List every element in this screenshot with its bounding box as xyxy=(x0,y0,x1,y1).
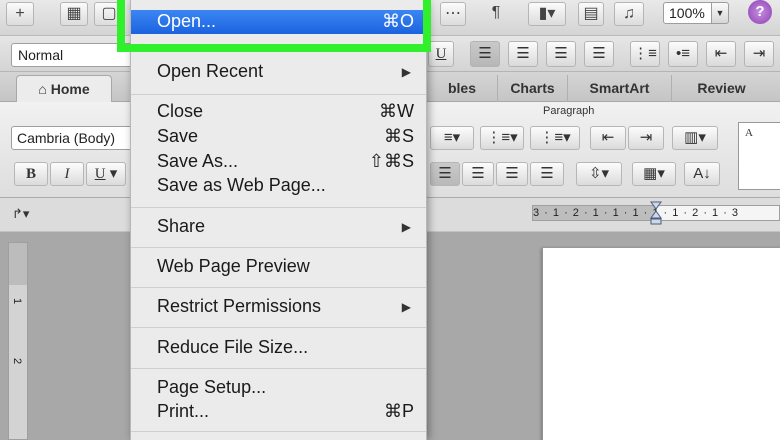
columns-button[interactable]: ▥▾ xyxy=(672,126,718,150)
tab-review[interactable]: Review xyxy=(671,75,771,102)
vertical-ruler-margin xyxy=(9,243,27,285)
underline-button[interactable]: U xyxy=(428,41,454,67)
menu-item-save-as-label: Save As... xyxy=(157,151,239,171)
menu-separator xyxy=(131,287,426,288)
menu-item-reduce-file-size-label: Reduce File Size... xyxy=(157,337,309,357)
vertical-ruler[interactable]: 1 2 xyxy=(8,242,28,440)
multilevel-list-button[interactable]: ⋮≡▾ xyxy=(530,126,580,150)
highlight-annotation-box xyxy=(117,0,431,52)
indent-button[interactable]: ⇥ xyxy=(628,126,664,150)
menu-item-save-label: Save xyxy=(157,126,199,146)
align-center-button[interactable]: ☰ xyxy=(508,41,538,67)
menu-separator xyxy=(131,368,426,369)
tab-stop-selector[interactable]: ↱▾ xyxy=(12,206,29,222)
media-browser-icon[interactable]: ♫ xyxy=(614,2,644,26)
menu-item-print[interactable]: Print... ⌘P xyxy=(131,400,426,424)
vertical-ruler-tick: 1 xyxy=(11,297,24,305)
menu-item-share-label: Share xyxy=(157,216,206,236)
underline-dropdown-button[interactable]: U ▾ xyxy=(86,162,126,186)
font-name-select[interactable]: Cambria (Body) xyxy=(11,126,137,150)
submenu-arrow-icon: ▶ xyxy=(401,65,411,79)
home-icon: ⌂ xyxy=(38,81,47,97)
italic-button[interactable]: I xyxy=(50,162,84,186)
tab-home-label: Home xyxy=(50,81,90,97)
menu-item-save-as-web-page[interactable]: Save as Web Page... xyxy=(131,174,426,198)
menu-item-close-label: Close xyxy=(157,101,204,121)
tab-charts[interactable]: Charts xyxy=(497,75,567,102)
ribbon-align-right-button[interactable]: ☰ xyxy=(496,162,528,186)
menu-item-share[interactable]: Share ▶ xyxy=(131,215,426,239)
menu-item-web-page-preview[interactable]: Web Page Preview xyxy=(131,255,426,279)
decrease-indent-button[interactable]: ⇤ xyxy=(706,41,736,67)
gallery-icon[interactable]: ▦ xyxy=(60,2,88,26)
help-button[interactable]: ? xyxy=(748,0,772,24)
menu-item-close[interactable]: Close ⌘W xyxy=(131,100,426,124)
submenu-arrow-icon: ▶ xyxy=(401,300,411,314)
zoom-field[interactable]: 100% xyxy=(663,2,715,24)
menu-item-open-recent-label: Open Recent xyxy=(157,61,264,81)
menu-item-print-shortcut: ⌘P xyxy=(383,401,414,421)
ribbon-align-center-button[interactable]: ☰ xyxy=(462,162,494,186)
numbering-dropdown-button[interactable]: ⋮≡▾ xyxy=(480,126,524,150)
shading-button[interactable]: ▦▾ xyxy=(632,162,676,186)
menu-item-page-setup[interactable]: Page Setup... xyxy=(131,376,426,400)
menu-item-reduce-file-size[interactable]: Reduce File Size... xyxy=(131,336,426,360)
menu-item-close-shortcut: ⌘W xyxy=(379,101,414,121)
indent-marker-icon[interactable] xyxy=(650,201,662,225)
tab-tables[interactable]: bles xyxy=(427,75,497,102)
vertical-ruler-tick: 2 xyxy=(11,357,24,365)
menu-item-restrict-permissions-label: Restrict Permissions xyxy=(157,296,322,316)
file-menu: Open... ⌘O Open Recent ▶ Close ⌘W Save ⌘… xyxy=(130,0,427,440)
tab-smartart[interactable]: SmartArt xyxy=(567,75,671,102)
document-page[interactable] xyxy=(542,248,780,440)
tab-home[interactable]: ⌂ Home xyxy=(16,75,112,102)
bold-button[interactable]: B xyxy=(14,162,48,186)
bulleted-list-button[interactable]: •≡ xyxy=(668,41,698,67)
align-right-button[interactable]: ☰ xyxy=(546,41,576,67)
paragraph-group-label: Paragraph xyxy=(543,105,595,117)
menu-item-page-setup-label: Page Setup... xyxy=(157,377,267,397)
increase-indent-button[interactable]: ⇥ xyxy=(744,41,774,67)
table-icon[interactable]: ▤ xyxy=(578,2,604,26)
style-gallery-preview[interactable]: A xyxy=(738,122,780,190)
submenu-arrow-icon: ▶ xyxy=(401,220,411,234)
menu-item-save-as[interactable]: Save As... ⇧⌘S xyxy=(131,150,426,174)
menu-item-save-as-web-page-label: Save as Web Page... xyxy=(157,175,326,195)
outdent-button[interactable]: ⇤ xyxy=(590,126,626,150)
justify-button[interactable]: ☰ xyxy=(584,41,614,67)
align-left-button[interactable]: ☰ xyxy=(470,41,500,67)
menu-item-restrict-permissions[interactable]: Restrict Permissions ▶ xyxy=(131,295,426,319)
ribbon-align-left-button[interactable]: ☰ xyxy=(430,162,460,186)
menu-item-print-label: Print... xyxy=(157,401,210,421)
line-spacing-button[interactable]: ⇳▾ xyxy=(576,162,622,186)
undo-icon[interactable]: ⋯ xyxy=(440,2,466,26)
menu-item-save-shortcut: ⌘S xyxy=(383,126,414,146)
show-formatting-button[interactable]: ¶ xyxy=(482,2,510,26)
numbered-list-button[interactable]: ⋮≡ xyxy=(630,41,660,67)
menu-separator xyxy=(131,207,426,208)
new-document-icon[interactable]: + xyxy=(6,2,34,26)
menu-item-open-recent[interactable]: Open Recent ▶ xyxy=(131,60,426,84)
bullets-dropdown-button[interactable]: ≡▾ xyxy=(430,126,474,150)
menu-separator xyxy=(131,431,426,432)
zoom-dropdown-icon[interactable]: ▼ xyxy=(711,2,729,24)
menu-separator xyxy=(131,94,426,95)
menu-separator xyxy=(131,327,426,328)
sidebar-icon[interactable]: ▮▾ xyxy=(528,2,566,26)
menu-separator xyxy=(131,247,426,248)
ribbon-justify-button[interactable]: ☰ xyxy=(530,162,564,186)
sort-button[interactable]: A↓ xyxy=(684,162,720,186)
menu-item-save[interactable]: Save ⌘S xyxy=(131,125,426,149)
menu-item-web-page-preview-label: Web Page Preview xyxy=(157,256,310,276)
menu-item-save-as-shortcut: ⇧⌘S xyxy=(368,151,414,171)
